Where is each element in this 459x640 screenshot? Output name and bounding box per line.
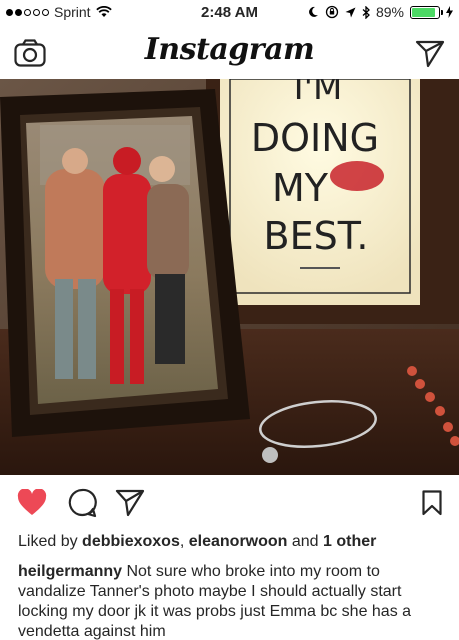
poster-line-1: I'M <box>294 79 343 108</box>
top-nav: Instagram <box>0 26 459 80</box>
orientation-lock-icon <box>325 5 339 19</box>
charging-bolt-icon <box>446 6 453 18</box>
status-indicators: 89% <box>307 4 453 20</box>
likes-others-link[interactable]: 1 other <box>323 533 376 550</box>
like-heart-icon[interactable] <box>17 489 47 517</box>
battery-icon <box>410 5 443 19</box>
likes-prefix: Liked by <box>18 533 83 550</box>
caption-username[interactable]: heilgermanny <box>18 563 122 580</box>
location-arrow-icon <box>345 7 356 17</box>
liker-username[interactable]: eleanorwoon <box>189 533 288 550</box>
direct-send-icon[interactable] <box>415 38 445 68</box>
bookmark-icon[interactable] <box>422 490 442 516</box>
poster-frame: I'M DOING MY BEST. <box>206 79 459 324</box>
likes-summary: Liked by debbiexoxos, eleanorwoon and 1 … <box>18 533 376 551</box>
battery-percent: 89% <box>375 4 404 20</box>
liker-username[interactable]: debbiexoxos <box>82 533 180 550</box>
photo-scene: I'M DOING MY BEST. <box>0 79 459 475</box>
post-photo[interactable]: I'M DOING MY BEST. <box>0 79 459 475</box>
moon-icon <box>309 6 318 17</box>
app-logo: Instagram <box>144 32 315 67</box>
photo-frame <box>0 89 250 437</box>
likes-and: and <box>287 533 324 550</box>
poster-line-2: DOING <box>251 116 379 160</box>
status-bar: Sprint 2:48 AM 89% <box>0 0 459 26</box>
lipstick-kiss <box>330 161 384 191</box>
comment-icon[interactable] <box>67 488 97 518</box>
share-send-icon[interactable] <box>115 488 145 518</box>
poster-line-3: MY <box>272 166 329 210</box>
post-caption: heilgermanny Not sure who broke into my … <box>18 562 446 640</box>
bluetooth-icon <box>362 5 370 19</box>
post-actions <box>0 487 459 519</box>
poster-line-4: BEST. <box>264 214 369 258</box>
likes-separator: , <box>179 533 189 550</box>
